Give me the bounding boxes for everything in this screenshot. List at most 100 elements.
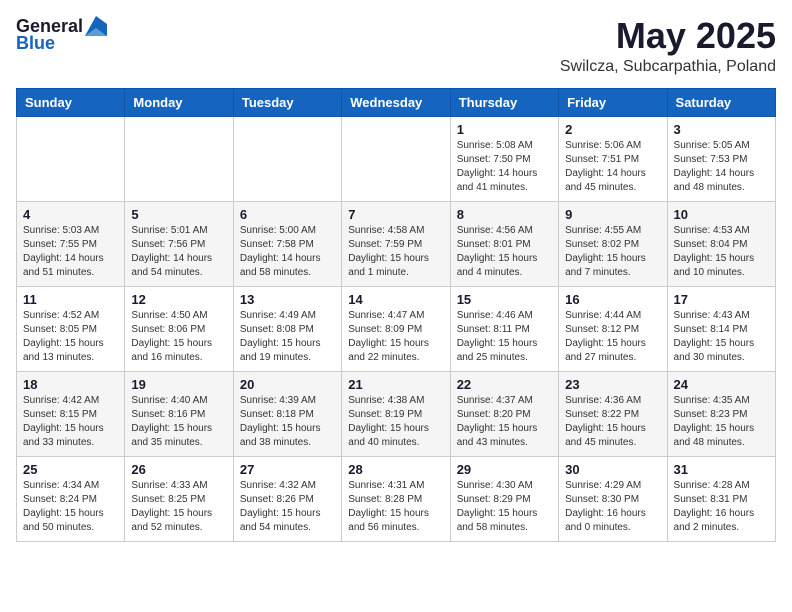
calendar-cell: [233, 116, 341, 201]
day-info: Sunrise: 4:39 AM Sunset: 8:18 PM Dayligh…: [240, 394, 335, 450]
day-number: 25: [23, 462, 118, 477]
day-info: Sunrise: 4:46 AM Sunset: 8:11 PM Dayligh…: [457, 309, 552, 365]
calendar-cell: 28 Sunrise: 4:31 AM Sunset: 8:28 PM Dayli…: [342, 456, 450, 541]
calendar-cell: 18 Sunrise: 4:42 AM Sunset: 8:15 PM Dayli…: [17, 371, 125, 456]
calendar-cell: 29 Sunrise: 4:30 AM Sunset: 8:29 PM Dayli…: [450, 456, 558, 541]
calendar-cell: 14 Sunrise: 4:47 AM Sunset: 8:09 PM Dayli…: [342, 286, 450, 371]
day-info: Sunrise: 4:44 AM Sunset: 8:12 PM Dayligh…: [565, 309, 660, 365]
page-header: General Blue May 2025 Swilcza, Subcarpat…: [16, 16, 776, 76]
week-row-3: 11 Sunrise: 4:52 AM Sunset: 8:05 PM Dayli…: [17, 286, 776, 371]
day-info: Sunrise: 4:30 AM Sunset: 8:29 PM Dayligh…: [457, 479, 552, 535]
day-info: Sunrise: 4:28 AM Sunset: 8:31 PM Dayligh…: [674, 479, 769, 535]
day-info: Sunrise: 4:56 AM Sunset: 8:01 PM Dayligh…: [457, 224, 552, 280]
day-info: Sunrise: 4:33 AM Sunset: 8:25 PM Dayligh…: [131, 479, 226, 535]
day-info: Sunrise: 5:03 AM Sunset: 7:55 PM Dayligh…: [23, 224, 118, 280]
calendar-cell: 7 Sunrise: 4:58 AM Sunset: 7:59 PM Daylig…: [342, 201, 450, 286]
day-number: 13: [240, 292, 335, 307]
calendar-cell: 1 Sunrise: 5:08 AM Sunset: 7:50 PM Daylig…: [450, 116, 558, 201]
day-number: 31: [674, 462, 769, 477]
week-row-5: 25 Sunrise: 4:34 AM Sunset: 8:24 PM Dayli…: [17, 456, 776, 541]
calendar-cell: 22Sunrise: 4:37 AM Sunset: 8:20 PM Dayli…: [450, 371, 558, 456]
day-info: Sunrise: 4:53 AM Sunset: 8:04 PM Dayligh…: [674, 224, 769, 280]
day-info: Sunrise: 5:08 AM Sunset: 7:50 PM Dayligh…: [457, 139, 552, 195]
day-info: Sunrise: 4:29 AM Sunset: 8:30 PM Dayligh…: [565, 479, 660, 535]
month-title: May 2025: [560, 16, 776, 56]
day-number: 24: [674, 377, 769, 392]
day-number: 12: [131, 292, 226, 307]
calendar-cell: 9 Sunrise: 4:55 AM Sunset: 8:02 PM Daylig…: [559, 201, 667, 286]
calendar-cell: 26 Sunrise: 4:33 AM Sunset: 8:25 PM Dayli…: [125, 456, 233, 541]
day-number: 18: [23, 377, 118, 392]
calendar-cell: 20 Sunrise: 4:39 AM Sunset: 8:18 PM Dayli…: [233, 371, 341, 456]
day-info: Sunrise: 4:37 AM Sunset: 8:20 PM Dayligh…: [457, 394, 552, 450]
weekday-header-thursday: Thursday: [450, 88, 558, 116]
day-info: Sunrise: 4:47 AM Sunset: 8:09 PM Dayligh…: [348, 309, 443, 365]
day-number: 26: [131, 462, 226, 477]
weekday-header-friday: Friday: [559, 88, 667, 116]
title-block: May 2025 Swilcza, Subcarpathia, Poland: [560, 16, 776, 76]
calendar-cell: 24Sunrise: 4:35 AM Sunset: 8:23 PM Dayli…: [667, 371, 775, 456]
calendar-cell: 16 Sunrise: 4:44 AM Sunset: 8:12 PM Dayli…: [559, 286, 667, 371]
day-number: 14: [348, 292, 443, 307]
week-row-2: 4 Sunrise: 5:03 AM Sunset: 7:55 PM Daylig…: [17, 201, 776, 286]
day-info: Sunrise: 4:32 AM Sunset: 8:26 PM Dayligh…: [240, 479, 335, 535]
weekday-header-monday: Monday: [125, 88, 233, 116]
day-info: Sunrise: 4:31 AM Sunset: 8:28 PM Dayligh…: [348, 479, 443, 535]
day-number: 15: [457, 292, 552, 307]
calendar-cell: [17, 116, 125, 201]
calendar-cell: 13Sunrise: 4:49 AM Sunset: 8:08 PM Dayli…: [233, 286, 341, 371]
day-number: 29: [457, 462, 552, 477]
calendar-cell: 3 Sunrise: 5:05 AM Sunset: 7:53 PM Daylig…: [667, 116, 775, 201]
day-number: 4: [23, 207, 118, 222]
day-number: 19: [131, 377, 226, 392]
day-info: Sunrise: 4:38 AM Sunset: 8:19 PM Dayligh…: [348, 394, 443, 450]
day-info: Sunrise: 4:50 AM Sunset: 8:06 PM Dayligh…: [131, 309, 226, 365]
day-info: Sunrise: 5:06 AM Sunset: 7:51 PM Dayligh…: [565, 139, 660, 195]
day-info: Sunrise: 4:40 AM Sunset: 8:16 PM Dayligh…: [131, 394, 226, 450]
weekday-header-wednesday: Wednesday: [342, 88, 450, 116]
day-number: 9: [565, 207, 660, 222]
calendar-cell: 23Sunrise: 4:36 AM Sunset: 8:22 PM Dayli…: [559, 371, 667, 456]
day-info: Sunrise: 5:00 AM Sunset: 7:58 PM Dayligh…: [240, 224, 335, 280]
day-number: 28: [348, 462, 443, 477]
day-info: Sunrise: 4:34 AM Sunset: 8:24 PM Dayligh…: [23, 479, 118, 535]
day-number: 8: [457, 207, 552, 222]
calendar-table: SundayMondayTuesdayWednesdayThursdayFrid…: [16, 88, 776, 542]
location-title: Swilcza, Subcarpathia, Poland: [560, 58, 776, 76]
day-info: Sunrise: 4:36 AM Sunset: 8:22 PM Dayligh…: [565, 394, 660, 450]
calendar-cell: 10Sunrise: 4:53 AM Sunset: 8:04 PM Dayli…: [667, 201, 775, 286]
calendar-cell: 30Sunrise: 4:29 AM Sunset: 8:30 PM Dayli…: [559, 456, 667, 541]
calendar-cell: 27Sunrise: 4:32 AM Sunset: 8:26 PM Dayli…: [233, 456, 341, 541]
weekday-header-saturday: Saturday: [667, 88, 775, 116]
calendar-cell: 12 Sunrise: 4:50 AM Sunset: 8:06 PM Dayli…: [125, 286, 233, 371]
calendar-cell: 5 Sunrise: 5:01 AM Sunset: 7:56 PM Daylig…: [125, 201, 233, 286]
day-number: 20: [240, 377, 335, 392]
day-info: Sunrise: 4:55 AM Sunset: 8:02 PM Dayligh…: [565, 224, 660, 280]
calendar-cell: 17 Sunrise: 4:43 AM Sunset: 8:14 PM Dayli…: [667, 286, 775, 371]
day-number: 5: [131, 207, 226, 222]
calendar-cell: 31 Sunrise: 4:28 AM Sunset: 8:31 PM Dayli…: [667, 456, 775, 541]
calendar-cell: 11 Sunrise: 4:52 AM Sunset: 8:05 PM Dayli…: [17, 286, 125, 371]
day-number: 7: [348, 207, 443, 222]
day-info: Sunrise: 4:42 AM Sunset: 8:15 PM Dayligh…: [23, 394, 118, 450]
day-info: Sunrise: 5:05 AM Sunset: 7:53 PM Dayligh…: [674, 139, 769, 195]
day-info: Sunrise: 4:43 AM Sunset: 8:14 PM Dayligh…: [674, 309, 769, 365]
day-number: 1: [457, 122, 552, 137]
calendar-cell: 6Sunrise: 5:00 AM Sunset: 7:58 PM Daylig…: [233, 201, 341, 286]
day-info: Sunrise: 4:58 AM Sunset: 7:59 PM Dayligh…: [348, 224, 443, 280]
day-number: 16: [565, 292, 660, 307]
logo-blue: Blue: [16, 33, 55, 54]
day-number: 3: [674, 122, 769, 137]
day-info: Sunrise: 4:52 AM Sunset: 8:05 PM Dayligh…: [23, 309, 118, 365]
calendar-cell: [342, 116, 450, 201]
day-info: Sunrise: 5:01 AM Sunset: 7:56 PM Dayligh…: [131, 224, 226, 280]
calendar-cell: 2 Sunrise: 5:06 AM Sunset: 7:51 PM Daylig…: [559, 116, 667, 201]
calendar-cell: 25 Sunrise: 4:34 AM Sunset: 8:24 PM Dayli…: [17, 456, 125, 541]
day-number: 2: [565, 122, 660, 137]
week-row-1: 1 Sunrise: 5:08 AM Sunset: 7:50 PM Daylig…: [17, 116, 776, 201]
logo-icon: [85, 16, 107, 36]
day-number: 17: [674, 292, 769, 307]
week-row-4: 18 Sunrise: 4:42 AM Sunset: 8:15 PM Dayli…: [17, 371, 776, 456]
day-number: 11: [23, 292, 118, 307]
calendar-cell: 4 Sunrise: 5:03 AM Sunset: 7:55 PM Daylig…: [17, 201, 125, 286]
